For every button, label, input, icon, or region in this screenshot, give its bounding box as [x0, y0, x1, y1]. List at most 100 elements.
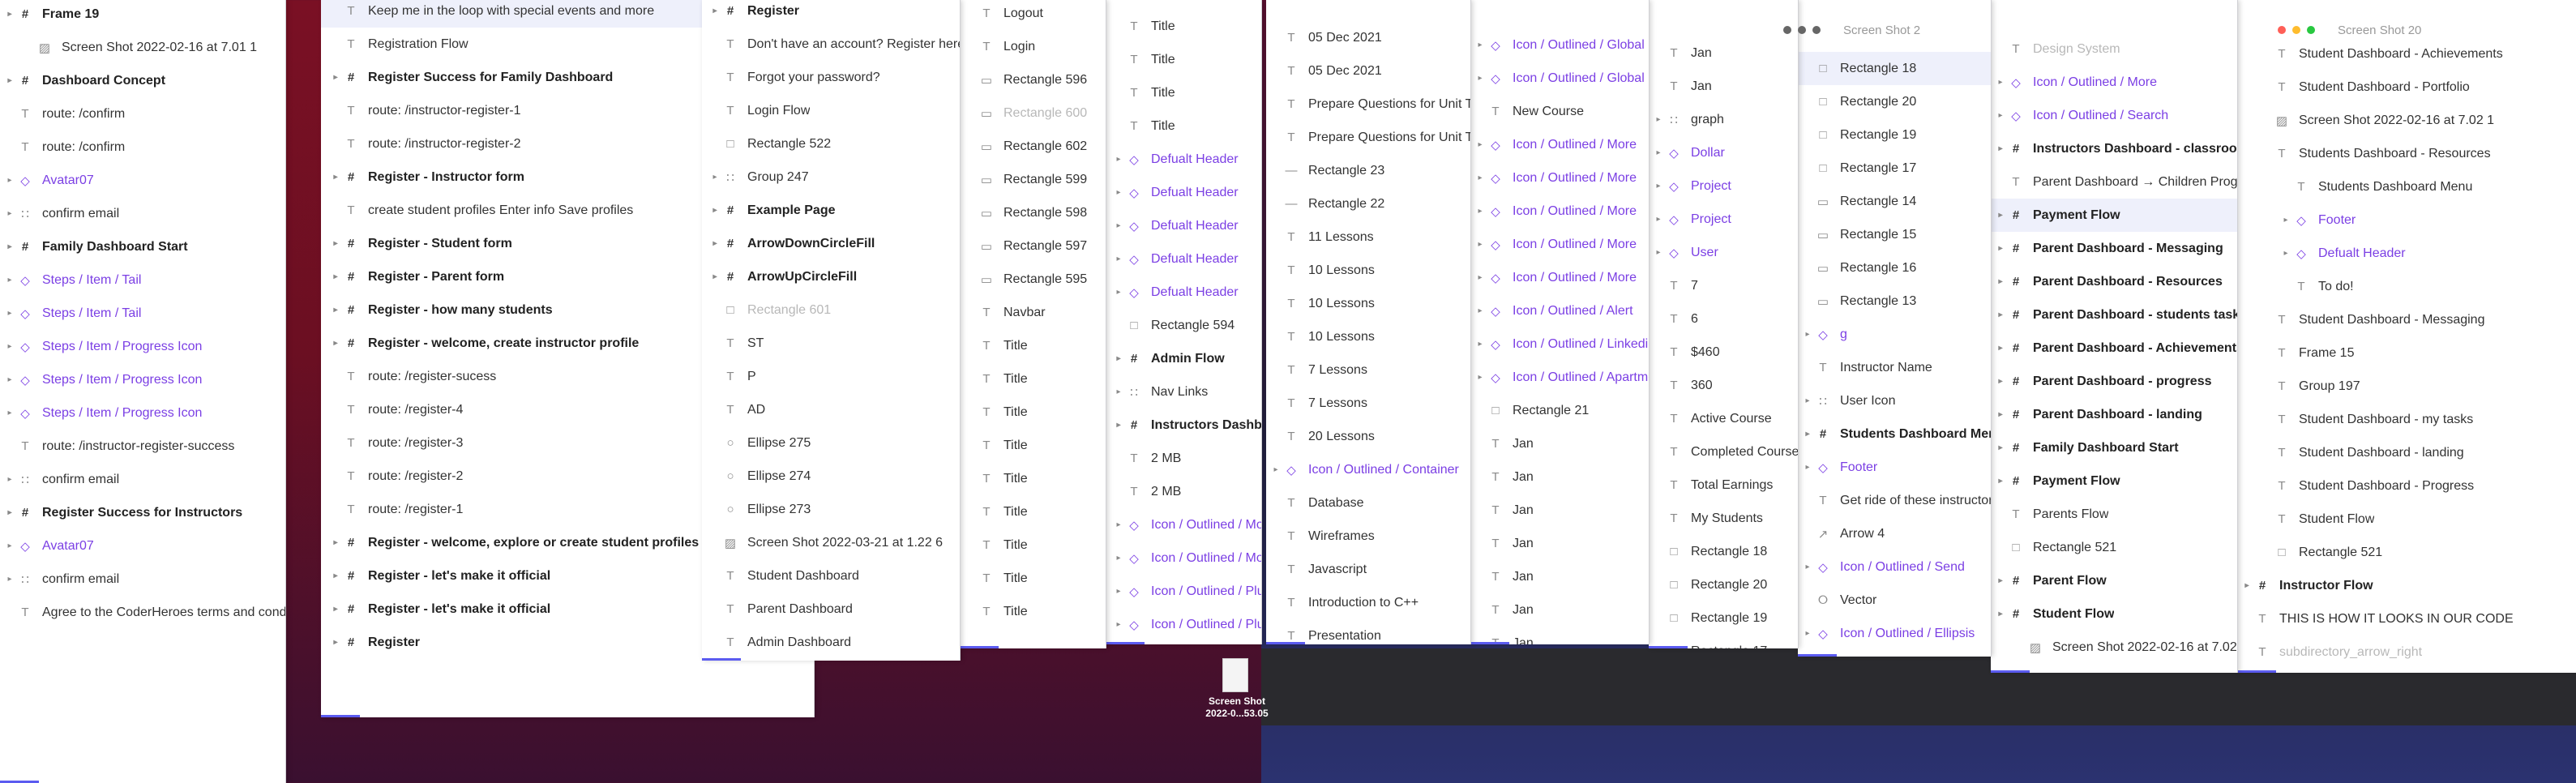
- layer-row[interactable]: ▸ ◇ Project: [1649, 203, 1798, 236]
- expand-chevron-icon[interactable]: ▸: [329, 173, 342, 182]
- layer-row[interactable]: □ Rectangle 18: [1798, 52, 1991, 85]
- scroll-indicator[interactable]: [1798, 654, 1837, 657]
- layer-row[interactable]: ▸ # Parent Dashboard - students tasks: [1991, 298, 2237, 332]
- layer-row[interactable]: □ Rectangle 601: [702, 293, 960, 327]
- layer-row[interactable]: □ Rectangle 21: [1470, 394, 1649, 427]
- expand-chevron-icon[interactable]: ▸: [329, 339, 342, 348]
- expand-chevron-icon[interactable]: ▸: [1994, 277, 2007, 286]
- layer-row[interactable]: T 2 MB: [1106, 442, 1261, 475]
- layer-row[interactable]: T ST: [702, 327, 960, 360]
- expand-chevron-icon[interactable]: ▸: [708, 239, 721, 248]
- expand-chevron-icon[interactable]: ▸: [1474, 140, 1487, 149]
- expand-chevron-icon[interactable]: ▸: [1112, 354, 1125, 363]
- expand-chevron-icon[interactable]: ▸: [1474, 340, 1487, 349]
- layers-panel-4[interactable]: T Logout T Login ▭ Rectangle 596 ▭ Rectangle 60…: [960, 0, 1106, 648]
- expand-chevron-icon[interactable]: ▸: [3, 409, 16, 417]
- layer-row[interactable]: ▭ Rectangle 599: [960, 163, 1106, 196]
- window-control-icon[interactable]: [1798, 26, 1806, 34]
- layer-row[interactable]: ▭ Rectangle 596: [960, 63, 1106, 96]
- layer-row[interactable]: T 11 Lessons: [1266, 220, 1470, 254]
- layer-row[interactable]: ▸ ◇ Icon / Outlined / Ellipsis: [1798, 617, 1991, 650]
- layer-row[interactable]: ▸ ◇ Steps / Item / Progress Icon: [0, 330, 285, 363]
- layer-row[interactable]: T Frame 15: [2237, 336, 2576, 370]
- layer-row[interactable]: T Login Flow: [702, 94, 960, 127]
- layer-row[interactable]: T New Course: [1470, 95, 1649, 128]
- layer-row[interactable]: T Jan: [1470, 494, 1649, 527]
- layer-row[interactable]: ○ Ellipse 275: [702, 426, 960, 460]
- layer-row[interactable]: T Title: [960, 329, 1106, 362]
- layer-row[interactable]: ▨ Screen Shot 2022-02-16 at 7.02 2: [1991, 631, 2237, 664]
- layer-row[interactable]: T Students Dashboard Menu: [2237, 170, 2576, 203]
- layer-row[interactable]: ▸ # Instructor Flow: [2237, 569, 2576, 602]
- layer-row[interactable]: Troute: /confirm: [0, 97, 285, 130]
- layer-row[interactable]: ▸ # Payment Flow: [1991, 199, 2237, 232]
- layer-row[interactable]: ▸ ◇ User: [1649, 236, 1798, 269]
- expand-chevron-icon[interactable]: ▸: [3, 375, 16, 384]
- layer-row[interactable]: ▭ Rectangle 597: [960, 229, 1106, 263]
- expand-chevron-icon[interactable]: ▸: [329, 571, 342, 580]
- layer-row[interactable]: T Title: [960, 595, 1106, 628]
- expand-chevron-icon[interactable]: ▸: [1994, 111, 2007, 120]
- layer-row[interactable]: ▸ ◇ Icon / Outlined / Linkedin: [1470, 327, 1649, 361]
- layer-row[interactable]: T Student Dashboard - Portfolio: [2237, 71, 2576, 104]
- layer-row[interactable]: ▸ ◇ Footer: [2237, 203, 2576, 237]
- layer-row[interactable]: — Rectangle 22: [1266, 187, 1470, 220]
- layers-panel-1[interactable]: ▸ # Frame 19 ▨ Screen Shot 2022-02-16 at 7.0…: [0, 0, 286, 783]
- layer-row[interactable]: Troute: /instructor-register-success: [0, 430, 285, 463]
- layer-row[interactable]: T Login: [960, 30, 1106, 63]
- expand-chevron-icon[interactable]: ▸: [1112, 188, 1125, 197]
- layer-row[interactable]: ▸ ◇ Steps / Item / Tail: [0, 297, 285, 330]
- layer-row[interactable]: T Presentation: [1266, 619, 1470, 644]
- layer-row[interactable]: T Design System: [1991, 32, 2237, 66]
- layer-row[interactable]: T Title: [1106, 109, 1261, 143]
- layer-row[interactable]: T Wireframes: [1266, 520, 1470, 553]
- expand-chevron-icon[interactable]: ▸: [1652, 148, 1665, 157]
- layer-row[interactable]: ▸ ◇ Icon / Outlined / Container: [1266, 453, 1470, 486]
- layer-row[interactable]: ○ Ellipse 274: [702, 460, 960, 493]
- layer-row[interactable]: ▭ Rectangle 13: [1798, 285, 1991, 318]
- expand-chevron-icon[interactable]: ▸: [1474, 306, 1487, 315]
- layer-row[interactable]: ▸ # ArrowUpCircleFill: [702, 260, 960, 293]
- expand-chevron-icon[interactable]: ▸: [1801, 563, 1814, 571]
- expand-chevron-icon[interactable]: ▸: [1269, 465, 1282, 474]
- layers-panel-11[interactable]: T Student Dashboard - Achievements T Studen…: [2237, 0, 2576, 673]
- layer-row[interactable]: ▸ ◇ Defualt Header: [1106, 176, 1261, 209]
- layer-row[interactable]: ▸ ◇ Footer: [1798, 451, 1991, 484]
- layer-row[interactable]: ▸ # Frame 19: [0, 0, 285, 31]
- layer-row[interactable]: T Student Dashboard - Messaging: [2237, 303, 2576, 336]
- layer-row[interactable]: T Title: [960, 528, 1106, 562]
- layer-row[interactable]: T Student Dashboard: [702, 559, 960, 593]
- scroll-indicator[interactable]: [1470, 642, 1509, 644]
- layers-panel-10[interactable]: T Design System ▸ ◇ Icon / Outlined / More ▸ ◇…: [1991, 0, 2238, 673]
- layer-row[interactable]: ▸ # ArrowDownCircleFill: [702, 227, 960, 260]
- layer-row[interactable]: ▸ ◇ Steps / Item / Progress Icon: [0, 363, 285, 396]
- layer-row[interactable]: ▸ ◇ Icon / Outlined / Search: [1991, 99, 2237, 132]
- screenshot-window-titlebar[interactable]: Screen Shot 2: [1783, 21, 1920, 39]
- layer-row[interactable]: T Parent Dashboard: [702, 593, 960, 626]
- expand-chevron-icon[interactable]: ▸: [329, 306, 342, 314]
- layer-row[interactable]: ▸ ∷ graph: [1649, 103, 1798, 136]
- layer-row[interactable]: Troute: /confirm: [0, 130, 285, 164]
- expand-chevron-icon[interactable]: ▸: [329, 605, 342, 614]
- layer-row[interactable]: ▸ # Parent Dashboard - Achievements: [1991, 332, 2237, 365]
- window-control-icon[interactable]: [2292, 26, 2300, 34]
- layer-row[interactable]: T Parents Flow: [1991, 498, 2237, 531]
- layer-row[interactable]: T Student Dashboard - landing: [2237, 436, 2576, 469]
- expand-chevron-icon[interactable]: ▸: [2240, 581, 2253, 590]
- layer-row[interactable]: T Don't have an account? Register here: [702, 28, 960, 61]
- layer-row[interactable]: ▸ ◇ Icon / Outlined / Plus: [1106, 575, 1261, 608]
- window-control-icon[interactable]: [1783, 26, 1791, 34]
- layer-row[interactable]: T Students Dashboard - Resources: [2237, 137, 2576, 170]
- layer-row[interactable]: □ Rectangle 521: [1991, 531, 2237, 564]
- layer-row[interactable]: T 10 Lessons: [1266, 254, 1470, 287]
- layer-row[interactable]: T Title: [960, 562, 1106, 595]
- expand-chevron-icon[interactable]: ▸: [1801, 330, 1814, 339]
- expand-chevron-icon[interactable]: ▸: [1994, 310, 2007, 319]
- layers-panel-6[interactable]: T 05 Dec 2021 T 05 Dec 2021 T Prepare Questio…: [1266, 0, 1471, 644]
- layer-row[interactable]: □ Rectangle 594: [1106, 309, 1261, 342]
- layer-row[interactable]: T Title: [960, 429, 1106, 462]
- expand-chevron-icon[interactable]: ▸: [1112, 221, 1125, 230]
- layer-row[interactable]: ⭘ Vector: [1798, 584, 1991, 617]
- layer-row[interactable]: ▸ # Student Flow: [1991, 597, 2237, 631]
- layer-row[interactable]: T 05 Dec 2021: [1266, 54, 1470, 88]
